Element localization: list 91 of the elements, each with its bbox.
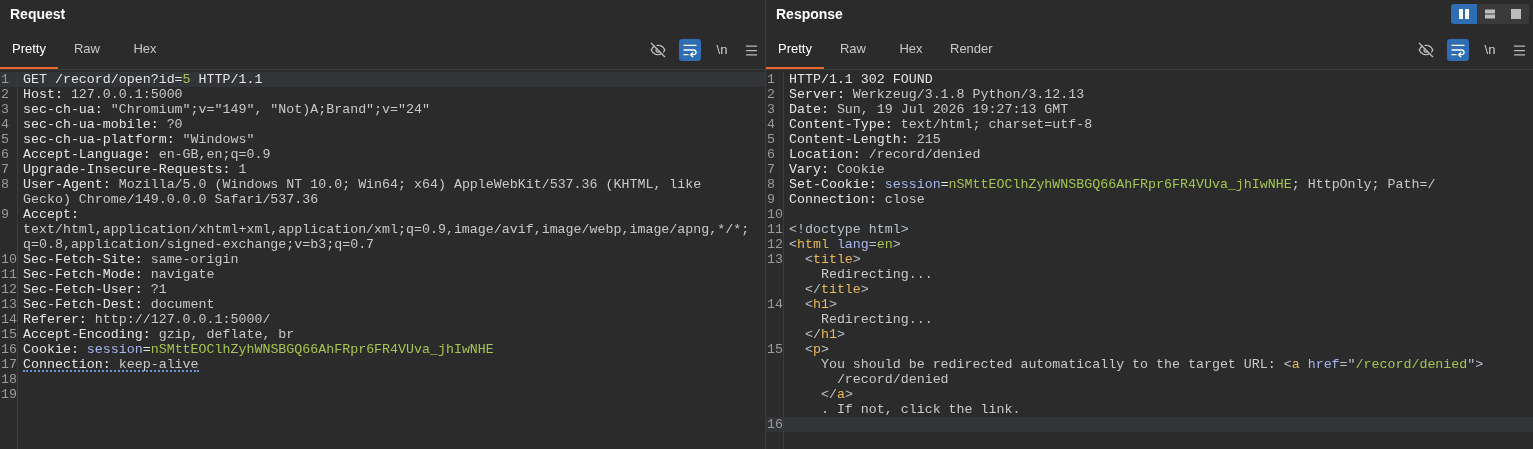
- line-number: 5: [1, 132, 9, 147]
- line-number: 19: [1, 387, 17, 402]
- code-line: Content-Length: 215: [788, 132, 942, 147]
- line-number: 4: [1, 117, 9, 132]
- line-number: 3: [1, 102, 9, 117]
- columns-icon: [1458, 8, 1470, 20]
- line-number: 10: [1, 252, 17, 267]
- code-line: Sec-Fetch-Site: same-origin: [22, 252, 240, 267]
- code-line: Sec-Fetch-Dest: document: [22, 297, 216, 312]
- line-number: 8: [1, 177, 9, 192]
- line-number: 13: [1, 297, 17, 312]
- line-number: 10: [767, 207, 783, 222]
- line-number: 16: [767, 417, 783, 432]
- rows-icon: [1484, 8, 1496, 20]
- code-line: . If not, click the link.: [819, 402, 1022, 417]
- code-line: sec-ch-ua-platform: "Windows": [22, 132, 256, 147]
- line-number: 11: [767, 222, 783, 237]
- line-number: 6: [767, 147, 775, 162]
- line-number: 2: [767, 87, 775, 102]
- line-number: 13: [767, 252, 783, 267]
- code-line: Host: 127.0.0.1:5000: [22, 87, 184, 102]
- line-number: 11: [1, 267, 17, 282]
- line-number: 12: [1, 282, 17, 297]
- code-line: </a>: [819, 387, 854, 402]
- code-line: Date: Sun, 19 Jul 2026 19:27:13 GMT: [788, 102, 1070, 117]
- line-number: 5: [767, 132, 775, 147]
- code-line: Set-Cookie: session=nSMttEOClhZyhWNSBGQ66AhFRpr6FR4VUva_jhIwNHE; HttpOnly; Path=/: [788, 177, 1437, 192]
- code-line: Referer: http://127.0.0.1:5000/: [22, 312, 272, 327]
- code-line: Server: Werkzeug/3.1.8 Python/3.12.13: [788, 87, 1086, 102]
- code-line: User-Agent: Mozilla/5.0 (Windows NT 10.0; Win64; x64) AppleWebKit/537.36 (KHTML, like: [22, 177, 703, 192]
- code-line: q=0.8,application/signed-exchange;v=b3;q=0.7: [22, 237, 376, 252]
- code-line: You should be redirected automatically to the target URL: <a href="/record/denied">: [819, 357, 1485, 372]
- code-line: Connection: keep-alive: [22, 357, 200, 372]
- code-line: Gecko) Chrome/149.0.0.0 Safari/537.36: [22, 192, 320, 207]
- panel-title: Request: [10, 4, 66, 24]
- panel-title: Response: [776, 4, 843, 24]
- line-number: 15: [1, 327, 17, 342]
- code-line: Accept-Language: en-GB,en;q=0.9: [22, 147, 272, 162]
- wrap-icon[interactable]: [1447, 39, 1469, 61]
- line-number: 9: [767, 192, 775, 207]
- view-tab[interactable]: Hex: [882, 31, 940, 69]
- code-line: Accept:: [22, 207, 80, 222]
- view-tab[interactable]: Raw: [824, 31, 882, 69]
- line-number: 4: [767, 117, 775, 132]
- line-number: 14: [767, 297, 783, 312]
- code-line: <!doctype html>: [788, 222, 910, 237]
- square-icon: [1510, 8, 1522, 20]
- line-number: 15: [767, 342, 783, 357]
- layout-button[interactable]: [1451, 4, 1477, 24]
- code-line: </h1>: [803, 327, 846, 342]
- view-tab[interactable]: Render: [940, 31, 1003, 69]
- code-line: text/html,application/xhtml+xml,application/xml;q=0.9,image/avif,image/webp,image/apng,*/*;: [22, 222, 751, 237]
- newline-button[interactable]: \n: [1479, 39, 1501, 61]
- code-line: Content-Type: text/html; charset=utf-8: [788, 117, 1094, 132]
- line-number: 1: [1, 72, 9, 87]
- code-line: Redirecting...: [819, 312, 934, 327]
- line-number: 14: [1, 312, 17, 327]
- code-line: <h1>: [803, 297, 838, 312]
- view-tab[interactable]: Raw: [58, 31, 116, 69]
- code-line: Cookie: session=nSMttEOClhZyhWNSBGQ66AhFRpr6FR4VUva_jhIwNHE: [22, 342, 495, 357]
- code-line: Redirecting...: [819, 267, 934, 282]
- line-number: 2: [1, 87, 9, 102]
- line-number: 7: [767, 162, 775, 177]
- code-line: sec-ch-ua: "Chromium";v="149", "Not)A;Brand";v="24": [22, 102, 431, 117]
- code-line: Vary: Cookie: [788, 162, 886, 177]
- code-line: HTTP/1.1 302 FOUND: [788, 72, 934, 87]
- newline-button[interactable]: \n: [711, 39, 733, 61]
- code-line: Connection: close: [788, 192, 926, 207]
- line-number: 3: [767, 102, 775, 117]
- code-line: Location: /record/denied: [788, 147, 982, 162]
- line-number: 16: [1, 342, 17, 357]
- line-number: 8: [767, 177, 775, 192]
- line-number: 18: [1, 372, 17, 387]
- code-line: /record/denied: [835, 372, 950, 387]
- code-line: sec-ch-ua-mobile: ?0: [22, 117, 184, 132]
- code-line: <p>: [803, 342, 830, 357]
- code-line: Sec-Fetch-Mode: navigate: [22, 267, 216, 282]
- code-line: </title>: [803, 282, 870, 297]
- line-number: 12: [767, 237, 783, 252]
- code-line: Accept-Encoding: gzip, deflate, br: [22, 327, 296, 342]
- code-line: <html lang=en>: [788, 237, 902, 252]
- line-number: 1: [767, 72, 775, 87]
- line-number: 7: [1, 162, 9, 177]
- line-number: 6: [1, 147, 9, 162]
- code-line: <title>: [803, 252, 862, 267]
- code-line: Sec-Fetch-User: ?1: [22, 282, 168, 297]
- code-line: Upgrade-Insecure-Requests: 1: [22, 162, 248, 177]
- view-tab[interactable]: Hex: [116, 31, 174, 69]
- line-number: 9: [1, 207, 9, 222]
- line-number: 17: [1, 357, 17, 372]
- wrap-icon[interactable]: [679, 39, 701, 61]
